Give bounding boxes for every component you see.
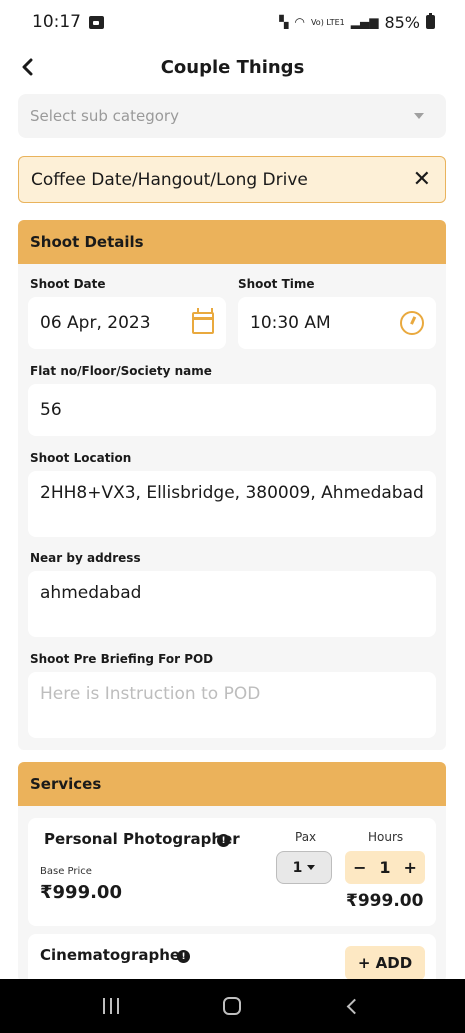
service-total: ₹999.00 [346, 891, 424, 911]
home-button[interactable] [212, 986, 252, 1026]
service-card-personal-photographer: Personal Photographer ! Pax Hours Base P… [28, 818, 436, 926]
shoot-date-field[interactable]: 06 Apr, 2023 [28, 297, 226, 349]
add-cinematographer-button[interactable]: + ADD [345, 946, 425, 980]
near-address-field[interactable]: ahmedabad [28, 571, 436, 637]
clock-icon [400, 311, 424, 335]
services-heading: Services [18, 762, 446, 806]
selected-category-label: Coffee Date/Hangout/Long Drive [31, 169, 308, 190]
shoot-time-label: Shoot Time [238, 277, 315, 291]
hours-value: 1 [379, 858, 391, 877]
home-icon [223, 997, 242, 1015]
shoot-details-heading: Shoot Details [18, 220, 446, 264]
calendar-icon [192, 308, 214, 334]
sub-category-select[interactable]: Select sub category [18, 94, 446, 138]
pax-select[interactable]: 1 [276, 851, 332, 884]
near-address-value: ahmedabad [40, 583, 142, 603]
shoot-date-value: 06 Apr, 2023 [40, 313, 151, 333]
shoot-details-section: Shoot Details Shoot Date 06 Apr, 2023 Sh… [18, 220, 446, 750]
base-price-value: ₹999.00 [40, 882, 122, 903]
network-type-label: Vo) LTE1 [310, 17, 345, 27]
chevron-down-icon [414, 113, 424, 119]
selected-category-chip: Coffee Date/Hangout/Long Drive ✕ [18, 156, 446, 203]
briefing-placeholder: Here is Instruction to POD [40, 684, 261, 704]
shoot-location-field[interactable]: 2HH8+VX3, Ellisbridge, 380009, Ahmedabad [28, 471, 436, 537]
page-title: Couple Things [160, 56, 305, 78]
battery-percent: 85% [384, 12, 420, 32]
service-name: Cinematographer [40, 946, 188, 964]
flat-label: Flat no/Floor/Society name [30, 364, 212, 378]
briefing-field[interactable]: Here is Instruction to POD [28, 672, 436, 738]
gallery-notification-icon [89, 15, 104, 29]
shoot-date-label: Shoot Date [30, 277, 106, 291]
status-left: 10:17 [32, 12, 104, 32]
status-bar: 10:17 ▚ ◠ Vo) LTE1 ▂▄▆ 85% [0, 0, 465, 44]
app-header: Couple Things [0, 44, 465, 90]
chevron-down-icon [307, 865, 316, 870]
pax-value: 1 [292, 859, 303, 876]
increment-button[interactable]: + [400, 858, 420, 877]
decrement-button[interactable]: − [350, 858, 370, 877]
signal-icon: ▂▄▆ [350, 15, 379, 29]
sub-category-placeholder: Select sub category [30, 107, 179, 125]
briefing-label: Shoot Pre Briefing For POD [30, 652, 214, 666]
shoot-location-label: Shoot Location [30, 451, 132, 465]
near-address-label: Near by address [30, 551, 141, 565]
service-name: Personal Photographer [44, 830, 240, 848]
shoot-location-value: 2HH8+VX3, Ellisbridge, 380009, Ahmedabad [40, 483, 424, 503]
battery-icon [426, 13, 435, 29]
back-icon [346, 998, 362, 1014]
back-button[interactable] [12, 52, 42, 82]
recents-icon [102, 998, 119, 1014]
close-icon[interactable]: ✕ [413, 168, 431, 191]
system-nav-bar [0, 979, 465, 1033]
hours-label: Hours [368, 830, 404, 844]
flat-field[interactable]: 56 [28, 384, 436, 436]
system-back-button[interactable] [334, 986, 374, 1026]
shoot-time-value: 10:30 AM [250, 313, 331, 333]
flat-value: 56 [40, 400, 62, 420]
info-icon[interactable]: ! [177, 950, 190, 963]
status-time: 10:17 [32, 12, 81, 32]
info-icon[interactable]: ! [217, 834, 230, 847]
wifi-icon: ◠ [294, 15, 305, 29]
hours-stepper: − 1 + [345, 851, 425, 884]
nfc-icon: ▚ [279, 15, 289, 29]
base-price-label: Base Price [40, 866, 92, 877]
service-card-cinematographer: Cinematographer ! + ADD [28, 934, 436, 982]
shoot-time-field[interactable]: 10:30 AM [238, 297, 436, 349]
chevron-left-icon [22, 58, 33, 76]
pax-label: Pax [295, 830, 317, 844]
services-section: Services Personal Photographer ! Pax Hou… [18, 762, 446, 982]
status-right: ▚ ◠ Vo) LTE1 ▂▄▆ 85% [279, 13, 435, 32]
recents-button[interactable] [91, 986, 131, 1026]
